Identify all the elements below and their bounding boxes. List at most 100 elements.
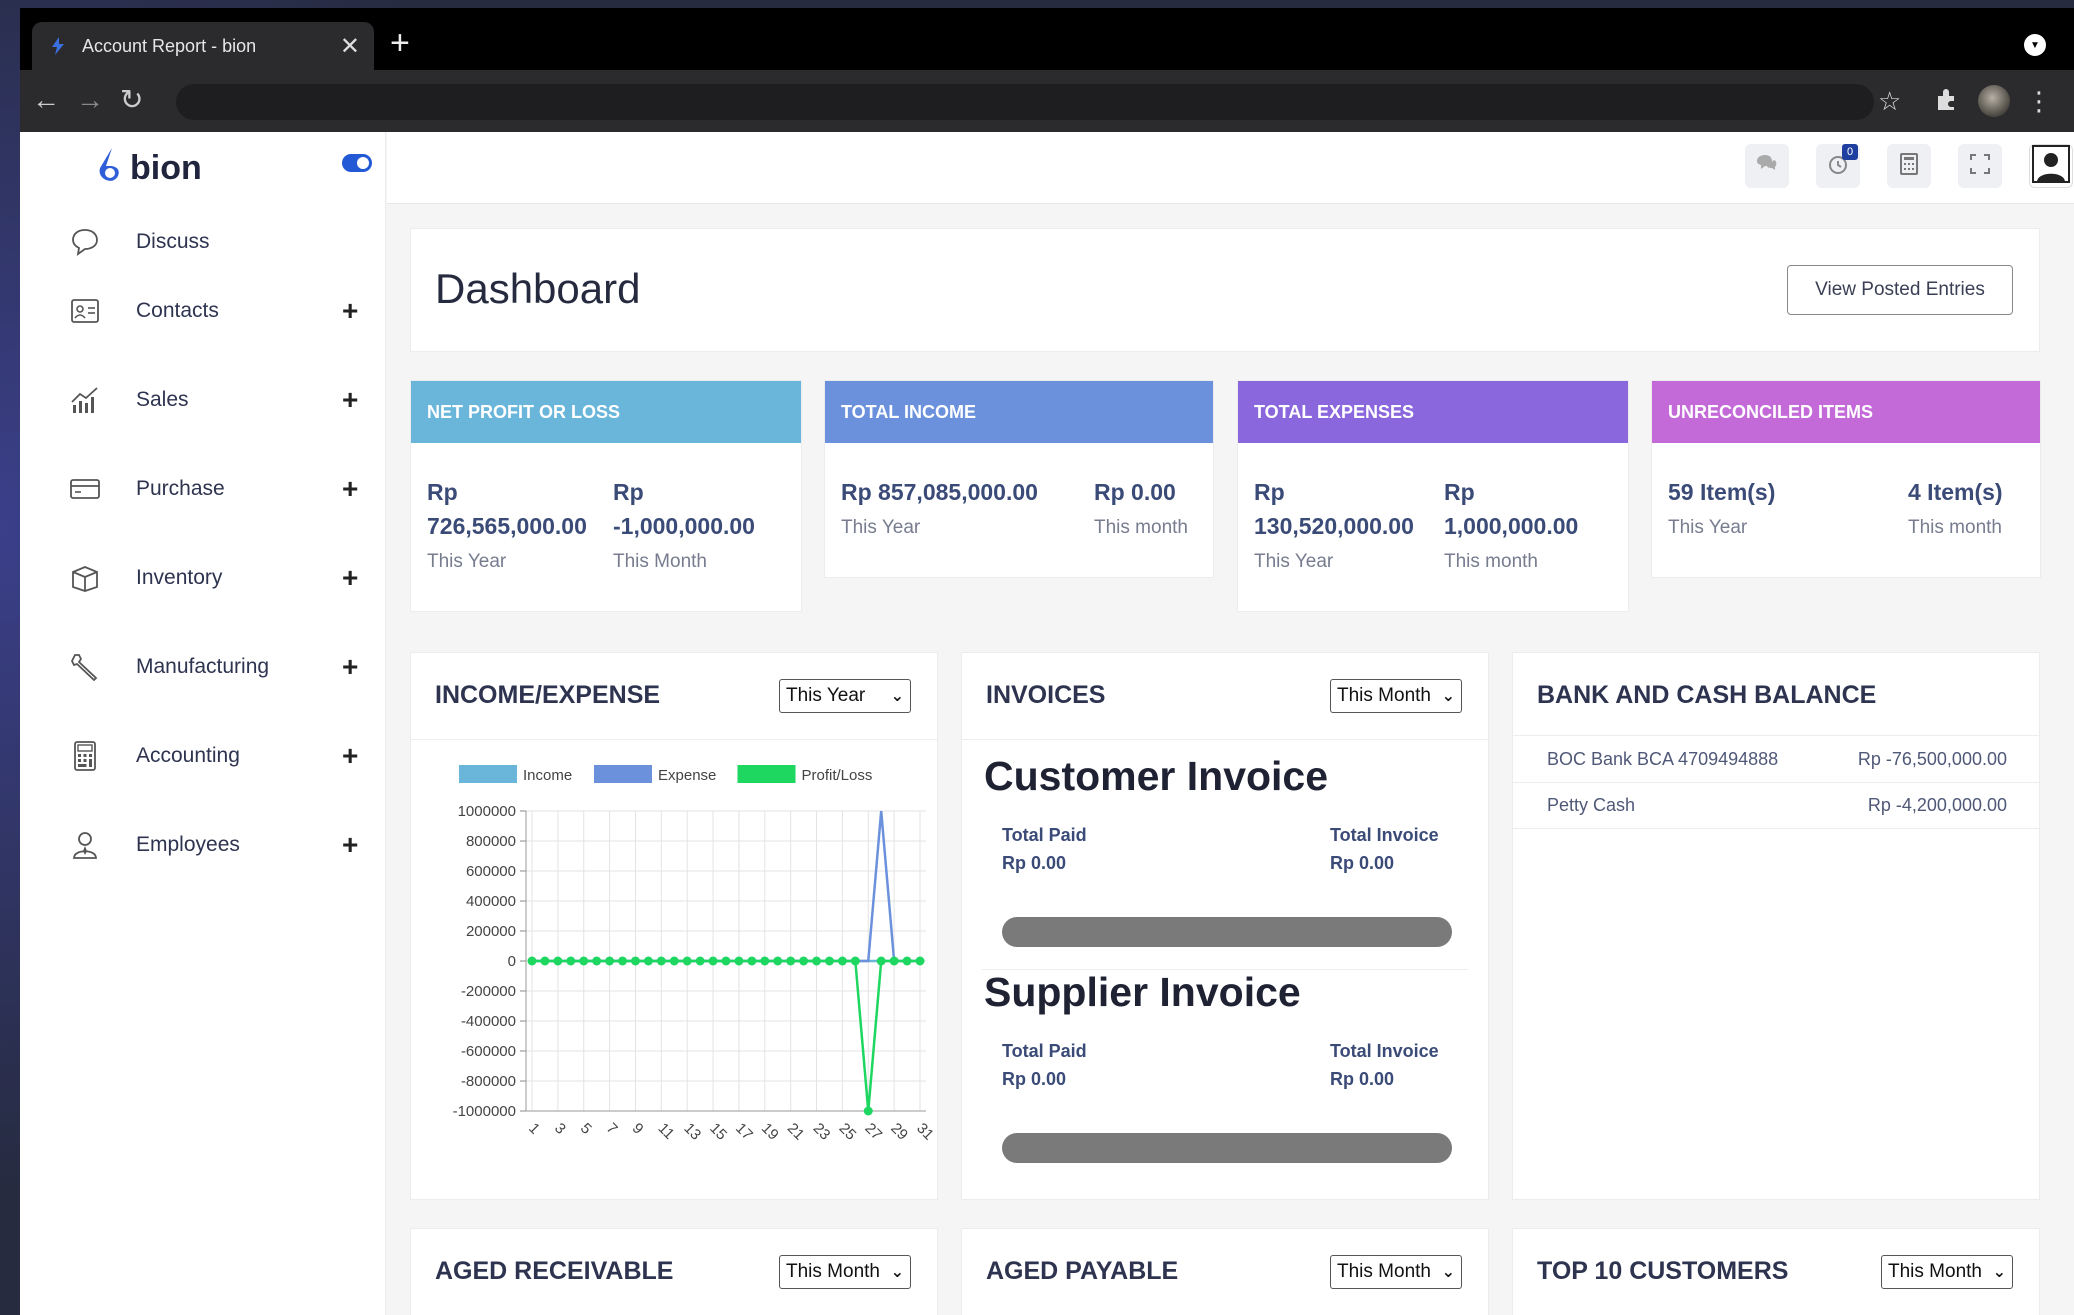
- x-tick-label: 13: [680, 1120, 704, 1144]
- sidebar-item-contacts[interactable]: Contacts +: [20, 281, 386, 341]
- y-tick-label: -400000: [461, 1013, 516, 1030]
- bank-account-balance: Rp -4,200,000.00: [1867, 795, 2007, 815]
- credit-card-icon: [68, 472, 102, 506]
- aged-receivable-period-select[interactable]: This Month ⌄: [779, 1255, 911, 1289]
- sidebar-item-label: Accounting: [136, 744, 240, 767]
- expand-plus-icon[interactable]: +: [342, 651, 358, 683]
- data-point: [760, 956, 770, 966]
- data-point: [527, 956, 537, 966]
- y-tick-label: 0: [508, 953, 516, 970]
- panel-divider: [411, 739, 937, 740]
- sidebar-item-label: Manufacturing: [136, 655, 270, 678]
- panel-title: AGED RECEIVABLE: [435, 1257, 674, 1285]
- stat-sub-year: This Year: [1254, 551, 1334, 572]
- activity-button[interactable]: 0: [1816, 144, 1860, 188]
- profile-avatar[interactable]: [1978, 85, 2010, 117]
- brand-logo[interactable]: bion: [94, 146, 202, 191]
- notification-count-badge: 0: [1842, 144, 1858, 160]
- new-tab-button[interactable]: +: [390, 26, 410, 60]
- data-point: [889, 956, 899, 966]
- bank-account-name: BOC Bank BCA 4709494888: [1547, 749, 1779, 769]
- data-point: [902, 956, 912, 966]
- close-tab-icon[interactable]: ✕: [340, 32, 360, 61]
- tab-title: Account Report - bion: [82, 35, 257, 56]
- brand-name: bion: [130, 149, 202, 187]
- stat-sub-month: This month: [1908, 517, 2002, 538]
- stat-currency: Rp: [613, 479, 644, 505]
- sidebar-item-accounting[interactable]: Accounting +: [20, 726, 386, 786]
- stat-card-net-profit: NET PROFIT OR LOSS Rp 726,565,000.00 Thi…: [410, 380, 802, 612]
- sidebar-item-discuss[interactable]: Discuss: [20, 212, 386, 272]
- stat-card-header: TOTAL EXPENSES: [1238, 381, 1628, 443]
- chrome-menu-dropdown-icon[interactable]: ▼: [2024, 34, 2046, 56]
- expand-plus-icon[interactable]: +: [342, 562, 358, 594]
- aged-payable-period-select[interactable]: This Month ⌄: [1330, 1255, 1462, 1289]
- expand-plus-icon[interactable]: +: [342, 295, 358, 327]
- panel-title: INVOICES: [986, 681, 1106, 709]
- page-title: Dashboard: [435, 265, 641, 312]
- bookmark-star-icon[interactable]: ☆: [1878, 86, 1901, 116]
- income-expense-period-select[interactable]: This Year ⌄: [779, 679, 911, 713]
- chat-button[interactable]: [1745, 144, 1789, 188]
- data-point: [812, 956, 822, 966]
- data-point: [824, 956, 834, 966]
- sidebar-item-manufacturing[interactable]: Manufacturing +: [20, 637, 386, 697]
- user-silhouette-icon: [2032, 144, 2070, 188]
- supplier-total-paid-label: Total Paid: [1002, 1041, 1087, 1061]
- sidebar-item-inventory[interactable]: Inventory +: [20, 548, 386, 608]
- sidebar-toggle[interactable]: [342, 154, 372, 172]
- expand-plus-icon[interactable]: +: [342, 384, 358, 416]
- browser-tab[interactable]: Account Report - bion ✕: [32, 22, 374, 70]
- sidebar: bion Discuss Contacts + Sales + Purchase…: [20, 132, 386, 1315]
- stat-card-header: NET PROFIT OR LOSS: [411, 381, 801, 443]
- select-value: This Year: [786, 685, 866, 706]
- bion-logo-icon: [94, 146, 126, 191]
- data-point: [579, 956, 589, 966]
- series-line-profit-loss: [532, 959, 920, 1112]
- x-tick-label: 15: [706, 1120, 730, 1144]
- expand-plus-icon[interactable]: +: [342, 473, 358, 505]
- x-tick-label: 9: [629, 1120, 647, 1138]
- invoices-panel: INVOICES This Month ⌄ Customer Invoice T…: [961, 652, 1489, 1200]
- back-arrow-icon[interactable]: ←: [32, 84, 60, 116]
- top-customers-panel: TOP 10 CUSTOMERS This Month ⌄: [1512, 1228, 2040, 1315]
- kebab-menu-icon[interactable]: ⋮: [2026, 86, 2052, 116]
- expand-plus-icon[interactable]: +: [342, 740, 358, 772]
- data-point: [708, 956, 718, 966]
- view-posted-entries-button[interactable]: View Posted Entries: [1787, 265, 2013, 315]
- stat-sub-year: This Year: [1668, 517, 1748, 538]
- x-tick-label: 19: [758, 1120, 782, 1144]
- user-avatar-button[interactable]: [2029, 144, 2073, 188]
- series-line-expense: [532, 810, 920, 963]
- select-value: This Month: [1888, 1261, 1982, 1282]
- data-point: [850, 956, 860, 966]
- address-bar[interactable]: [176, 84, 1874, 120]
- forward-arrow-icon[interactable]: →: [76, 84, 104, 116]
- chat-bubbles-icon: [1755, 153, 1779, 180]
- stat-value-month: -1,000,000.00: [613, 513, 755, 539]
- data-point: [786, 956, 796, 966]
- sidebar-item-employees[interactable]: Employees +: [20, 815, 386, 875]
- fullscreen-button[interactable]: [1958, 144, 2002, 188]
- extensions-puzzle-icon[interactable]: [1934, 86, 1960, 118]
- sidebar-item-purchase[interactable]: Purchase +: [20, 459, 386, 519]
- bank-row[interactable]: BOC Bank BCA 4709494888 Rp -76,500,000.0…: [1513, 737, 2039, 783]
- stat-sub-month: This month: [1094, 517, 1188, 538]
- sidebar-item-sales[interactable]: Sales +: [20, 370, 386, 430]
- calculator-button[interactable]: [1887, 144, 1931, 188]
- supplier-invoice-progress-bar: [1002, 1133, 1452, 1163]
- top-customers-period-select[interactable]: This Month ⌄: [1881, 1255, 2013, 1289]
- expand-plus-icon[interactable]: +: [342, 829, 358, 861]
- y-tick-label: 800000: [466, 833, 516, 850]
- legend-swatch: [737, 765, 796, 783]
- bank-row[interactable]: Petty Cash Rp -4,200,000.00: [1513, 783, 2039, 829]
- reload-icon[interactable]: ↻: [120, 84, 143, 116]
- x-tick-label: 21: [784, 1120, 808, 1144]
- x-tick-label: 23: [810, 1120, 834, 1144]
- employee-icon: [68, 828, 102, 862]
- dashboard-header-card: Dashboard View Posted Entries: [410, 228, 2040, 352]
- stat-value-year: Rp 857,085,000.00: [841, 479, 1038, 505]
- supplier-total-invoice-value: Rp 0.00: [1330, 1069, 1395, 1089]
- invoices-period-select[interactable]: This Month ⌄: [1330, 679, 1462, 713]
- data-point: [656, 956, 666, 966]
